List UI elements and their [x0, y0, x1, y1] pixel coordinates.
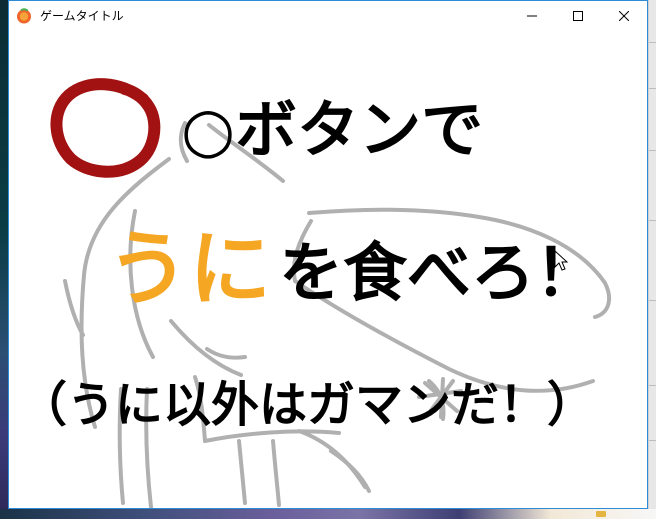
desktop-background-left	[0, 0, 8, 519]
circle-button-symbol	[50, 78, 161, 178]
instruction-artwork: ○ボタンで うに を食べろ！ （うに以外はガマンだ！）	[19, 78, 612, 508]
app-window: ゲームタイトル ○ボタンで うに を食べろ！ （うに以外はガマンだ！）	[8, 0, 648, 509]
taskbar-strip	[0, 509, 656, 519]
maximize-button[interactable]	[555, 1, 601, 31]
maximize-icon	[573, 11, 583, 21]
game-icon	[16, 8, 32, 24]
instruction-target-word: うに	[107, 222, 271, 317]
window-title: ゲームタイトル	[40, 9, 124, 23]
game-canvas[interactable]: ○ボタンで うに を食べろ！ （うに以外はガマンだ！）	[9, 31, 647, 508]
desktop-background-right	[648, 0, 656, 519]
close-icon	[619, 11, 629, 21]
instruction-line-1: ○ボタンで	[181, 93, 483, 166]
title-bar[interactable]: ゲームタイトル	[9, 1, 647, 31]
mouse-cursor-icon	[554, 250, 568, 271]
taskbar-item-icon	[596, 511, 606, 517]
desktop: ゲームタイトル ○ボタンで うに を食べろ！ （うに以外はガマンだ！）	[0, 0, 656, 519]
minimize-button[interactable]	[509, 1, 555, 31]
close-button[interactable]	[601, 1, 647, 31]
instruction-line-2: を食べろ！	[279, 237, 599, 311]
instruction-line-3: （うに以外はガマンだ！）	[19, 377, 595, 433]
minimize-icon	[527, 15, 537, 17]
